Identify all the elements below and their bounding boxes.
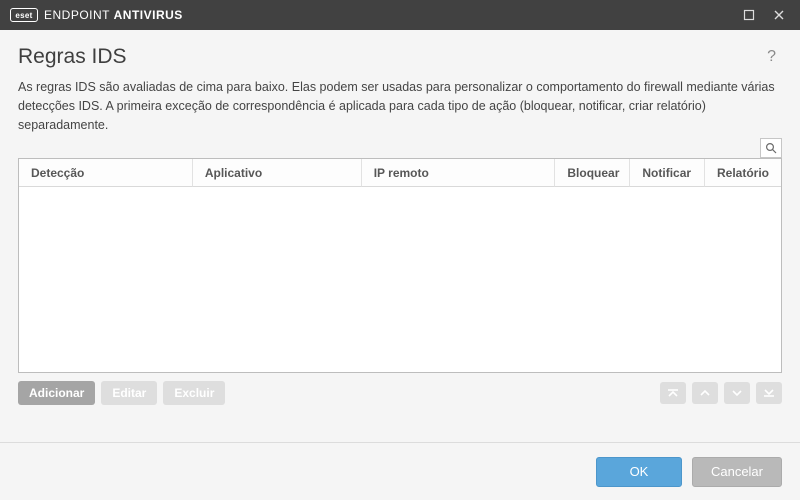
brand-badge: eset [10,8,38,22]
table-actions: Adicionar Editar Excluir [18,381,782,405]
app-title-light: ENDPOINT [44,8,114,22]
search-button[interactable] [760,138,782,158]
chevron-top-icon [666,387,680,399]
delete-button: Excluir [163,381,225,405]
move-up-button [692,382,718,404]
help-button[interactable]: ? [761,44,782,70]
close-icon [773,9,785,21]
add-button[interactable]: Adicionar [18,381,95,405]
col-application[interactable]: Aplicativo [193,159,362,187]
window-minimize-button[interactable] [734,1,764,29]
titlebar: eset ENDPOINT ANTIVIRUS [0,0,800,30]
col-remote-ip[interactable]: IP remoto [362,159,556,187]
app-logo: eset ENDPOINT ANTIVIRUS [10,8,183,22]
move-down-button [724,382,750,404]
app-title-bold: ANTIVIRUS [114,8,183,22]
ids-rules-table: Detecção Aplicativo IP remoto Bloquear N… [18,158,782,373]
col-notify[interactable]: Notificar [630,159,705,187]
col-detection[interactable]: Detecção [19,159,193,187]
content-area: Regras IDS ? As regras IDS são avaliadas… [0,30,800,442]
dialog-footer: OK Cancelar [0,442,800,500]
chevron-bottom-icon [762,387,776,399]
chevron-down-icon [730,387,744,399]
page-description: As regras IDS são avaliadas de cima para… [18,78,782,134]
col-report[interactable]: Relatório [705,159,781,187]
edit-button: Editar [101,381,157,405]
move-top-button [660,382,686,404]
table-header: Detecção Aplicativo IP remoto Bloquear N… [19,159,781,187]
table-body[interactable] [19,187,781,372]
ok-button[interactable]: OK [596,457,682,487]
app-title: ENDPOINT ANTIVIRUS [44,8,183,22]
help-icon: ? [767,48,776,65]
cancel-button[interactable]: Cancelar [692,457,782,487]
page-title: Regras IDS [18,45,761,69]
search-icon [765,142,777,154]
move-bottom-button [756,382,782,404]
chevron-up-icon [698,387,712,399]
window-close-button[interactable] [764,1,794,29]
minimize-icon [743,9,755,21]
col-block[interactable]: Bloquear [555,159,630,187]
